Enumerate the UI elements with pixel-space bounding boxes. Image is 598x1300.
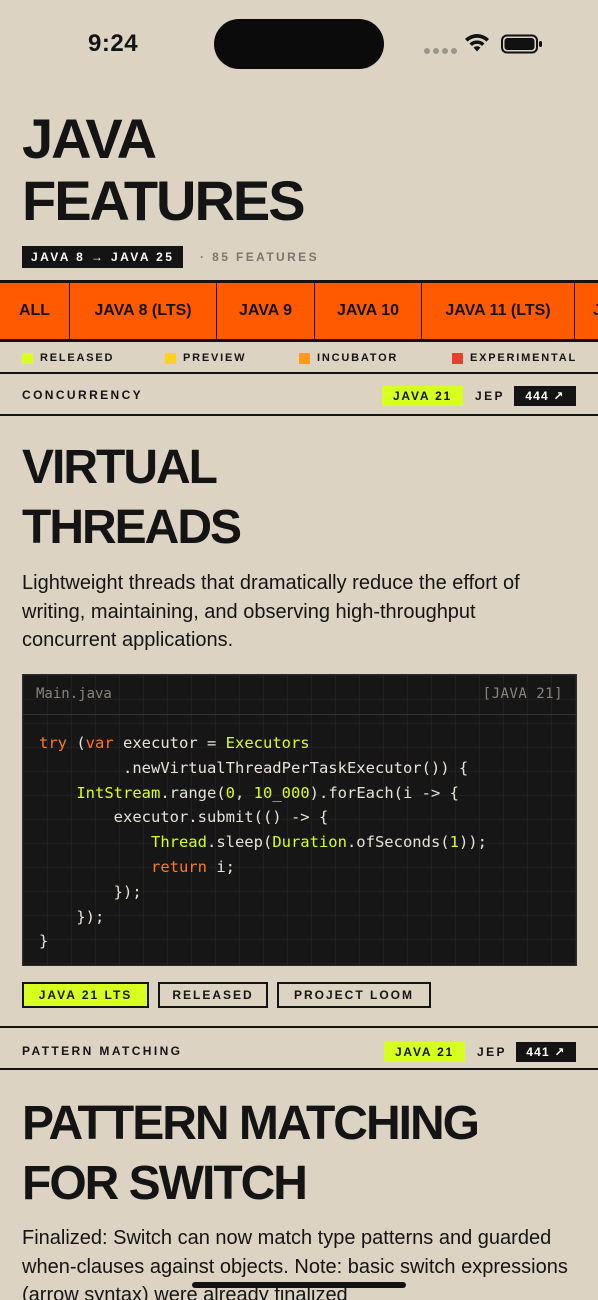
- signal-dots-icon: [424, 48, 457, 54]
- feature-title-line2: FOR SWITCH: [22, 1157, 308, 1210]
- legend-label: RELEASED: [40, 352, 115, 364]
- code-block: Main.java [JAVA 21] try (var executor = …: [22, 674, 577, 966]
- preview-dot-icon: [165, 352, 176, 364]
- wifi-icon: [465, 34, 489, 52]
- code-filename: Main.java: [36, 686, 112, 702]
- java-version-badge: JAVA 21: [382, 386, 463, 406]
- version-tabs: ALL JAVA 8 (LTS) JAVA 9 JAVA 10 JAVA 11 …: [0, 280, 598, 342]
- code-version-label: [JAVA 21]: [482, 686, 563, 702]
- tag-java-21-lts: JAVA 21 LTS: [22, 982, 149, 1008]
- feature-count: · 85 FEATURES: [200, 250, 319, 264]
- tag-released: RELEASED: [158, 982, 268, 1008]
- tab-java-8[interactable]: JAVA 8 (LTS): [70, 283, 217, 339]
- page-title-line2: FEATURES: [22, 169, 306, 232]
- tag-project-loom: PROJECT LOOM: [277, 982, 431, 1008]
- legend-incubator: INCUBATOR: [299, 352, 398, 364]
- tab-java-9[interactable]: JAVA 9: [217, 283, 315, 339]
- status-legend: RELEASED PREVIEW INCUBATOR EXPERIMENTAL: [0, 342, 598, 374]
- status-bar: 9:24: [0, 0, 598, 90]
- jep-link[interactable]: 444 ↗: [514, 386, 576, 406]
- java-version-badge: JAVA 21: [384, 1042, 465, 1062]
- tab-all[interactable]: ALL: [0, 283, 70, 339]
- jep-label: JEP: [475, 389, 505, 403]
- status-time: 9:24: [88, 30, 139, 57]
- code-header: Main.java [JAVA 21]: [23, 675, 576, 715]
- feature-title-line1: PATTERN MATCHING: [22, 1097, 480, 1150]
- feature-category: CONCURRENCY: [22, 388, 144, 402]
- version-range-badge: JAVA 8 → JAVA 25: [22, 246, 184, 268]
- feature-divider: [0, 1026, 598, 1028]
- tab-java-next[interactable]: J: [575, 283, 598, 339]
- feature-description: Lightweight threads that dramatically re…: [22, 572, 520, 651]
- jep-label: JEP: [477, 1045, 507, 1059]
- released-dot-icon: [22, 352, 33, 364]
- feature-title: VIRTUAL THREADS: [22, 438, 242, 558]
- home-indicator[interactable]: [192, 1282, 406, 1288]
- code-content: try (var executor = Executors .newVirtua…: [39, 734, 487, 951]
- experimental-dot-icon: [452, 352, 463, 364]
- feature-title-line1: VIRTUAL: [22, 441, 218, 494]
- feature-header-row: PATTERN MATCHING JAVA 21 JEP 441 ↗: [0, 1030, 598, 1070]
- incubator-dot-icon: [299, 352, 310, 364]
- feature-header-row: CONCURRENCY JAVA 21 JEP 444 ↗: [0, 376, 598, 416]
- feature-description: Finalized: Switch can now match type pat…: [22, 1227, 568, 1300]
- page-title: JAVA FEATURES: [22, 107, 306, 232]
- tab-java-10[interactable]: JAVA 10: [315, 283, 422, 339]
- legend-label: INCUBATOR: [317, 352, 399, 364]
- legend-preview: PREVIEW: [165, 352, 246, 364]
- page-title-line1: JAVA: [22, 107, 157, 170]
- legend-experimental: EXPERIMENTAL: [452, 352, 577, 364]
- tab-java-11[interactable]: JAVA 11 (LTS): [422, 283, 575, 339]
- feature-category: PATTERN MATCHING: [22, 1044, 183, 1058]
- jep-link[interactable]: 441 ↗: [516, 1042, 576, 1062]
- dynamic-island: [214, 19, 384, 69]
- legend-label: EXPERIMENTAL: [470, 352, 577, 364]
- legend-released: RELEASED: [22, 352, 114, 364]
- feature-title: PATTERN MATCHING FOR SWITCH: [22, 1094, 480, 1214]
- feature-title-line2: THREADS: [22, 501, 242, 554]
- legend-label: PREVIEW: [183, 352, 247, 364]
- battery-icon: [501, 34, 542, 54]
